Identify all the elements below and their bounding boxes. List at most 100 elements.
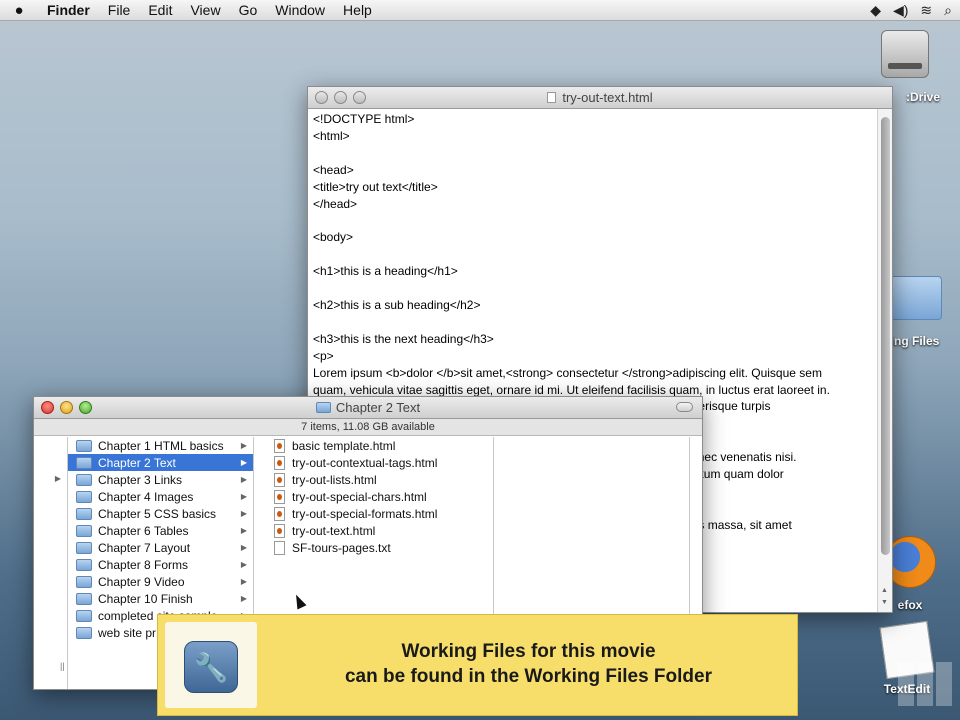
folder-row[interactable]: Chapter 3 Links ▶ bbox=[68, 471, 253, 488]
menu-edit[interactable]: Edit bbox=[139, 2, 181, 18]
spotlight-icon[interactable]: ⌕ bbox=[944, 2, 952, 19]
column-resize-handle[interactable]: || bbox=[60, 661, 65, 671]
wrench-icon: 🔧 bbox=[184, 641, 238, 693]
wifi-icon[interactable]: ≋ bbox=[920, 2, 932, 19]
file-row[interactable]: basic template.html bbox=[266, 437, 493, 454]
folder-row-label: Chapter 6 Tables bbox=[98, 523, 189, 538]
file-row-label: try-out-contextual-tags.html bbox=[292, 455, 438, 470]
disclosure-arrow-icon: ▶ bbox=[240, 475, 247, 484]
file-row-label: try-out-special-chars.html bbox=[292, 489, 427, 504]
menu-app-finder[interactable]: Finder bbox=[38, 2, 99, 18]
toolbar-toggle-button[interactable] bbox=[676, 402, 693, 412]
folder-icon bbox=[76, 592, 92, 605]
folder-icon bbox=[76, 456, 92, 469]
disclosure-arrow-icon: ▶ bbox=[240, 458, 247, 467]
file-row-label: try-out-special-formats.html bbox=[292, 506, 438, 521]
grid-overlay-icon bbox=[898, 662, 952, 706]
folder-icon bbox=[76, 575, 92, 588]
file-row[interactable]: SF-tours-pages.txt bbox=[266, 539, 493, 556]
folder-row[interactable]: Chapter 5 CSS basics ▶ bbox=[68, 505, 253, 522]
folder-row[interactable]: Chapter 8 Forms ▶ bbox=[68, 556, 253, 573]
folder-icon bbox=[76, 490, 92, 503]
disclosure-arrow-icon: ▶ bbox=[54, 474, 61, 483]
disclosure-arrow-icon: ▶ bbox=[240, 492, 247, 501]
file-row-label: try-out-text.html bbox=[292, 523, 376, 538]
apple-menu-icon[interactable]: ● bbox=[0, 2, 38, 19]
folder-row[interactable]: Chapter 2 Text ▶ bbox=[68, 454, 253, 471]
disclosure-arrow-icon: ▶ bbox=[240, 441, 247, 450]
folder-icon bbox=[76, 609, 92, 622]
dropbox-icon[interactable]: ◆ bbox=[870, 2, 881, 19]
file-row[interactable]: try-out-contextual-tags.html bbox=[266, 454, 493, 471]
finder-status-bar: 7 items, 11.08 GB available bbox=[34, 419, 702, 436]
folder-row-label: Chapter 2 Text bbox=[98, 455, 176, 470]
working-files-banner: 🔧 Working Files for this movie can be fo… bbox=[157, 614, 798, 716]
folder-icon bbox=[76, 439, 92, 452]
finder-title: Chapter 2 Text bbox=[335, 400, 421, 415]
folder-row-label: Chapter 9 Video bbox=[98, 574, 185, 589]
document-icon bbox=[547, 92, 557, 103]
banner-line-2: can be found in the Working Files Folder bbox=[344, 666, 712, 687]
banner-icon-container: 🔧 bbox=[165, 622, 257, 708]
folder-row-label: web site pr bbox=[98, 625, 157, 640]
menu-view[interactable]: View bbox=[181, 2, 229, 18]
folder-row-label: Chapter 5 CSS basics bbox=[98, 506, 217, 521]
scrollbar-thumb[interactable] bbox=[881, 117, 890, 555]
vertical-scrollbar[interactable]: ▲ ▼ bbox=[877, 109, 892, 612]
menu-window[interactable]: Window bbox=[266, 2, 334, 18]
folder-row-label: Chapter 3 Links bbox=[98, 472, 183, 487]
folder-icon bbox=[888, 276, 942, 320]
html-file-icon bbox=[274, 506, 285, 521]
menu-file[interactable]: File bbox=[99, 2, 140, 18]
disclosure-arrow-icon: ▶ bbox=[240, 509, 247, 518]
file-row[interactable]: try-out-lists.html bbox=[266, 471, 493, 488]
folder-row[interactable]: Chapter 4 Images ▶ bbox=[68, 488, 253, 505]
html-file-icon bbox=[274, 472, 285, 487]
folder-row-label: Chapter 4 Images bbox=[98, 489, 194, 504]
file-row[interactable]: try-out-text.html bbox=[266, 522, 493, 539]
folder-row[interactable]: Chapter 6 Tables ▶ bbox=[68, 522, 253, 539]
html-file-icon bbox=[274, 523, 285, 538]
folder-row-label: Chapter 1 HTML basics bbox=[98, 438, 224, 453]
folder-icon bbox=[76, 558, 92, 571]
folder-icon bbox=[76, 541, 92, 554]
scroll-down-arrow-icon[interactable]: ▼ bbox=[881, 599, 888, 606]
html-file-icon bbox=[274, 438, 285, 453]
disclosure-arrow-icon: ▶ bbox=[240, 560, 247, 569]
scroll-up-arrow-icon[interactable]: ▲ bbox=[881, 587, 888, 594]
menu-go[interactable]: Go bbox=[230, 2, 267, 18]
textedit-titlebar[interactable]: try-out-text.html bbox=[308, 87, 892, 109]
parent-selected-row[interactable]: ▶ bbox=[34, 470, 67, 487]
folder-icon bbox=[76, 473, 92, 486]
folder-icon bbox=[76, 626, 92, 639]
file-row-label: try-out-lists.html bbox=[292, 472, 377, 487]
banner-line-1: Working Files for this movie bbox=[401, 641, 656, 662]
disclosure-arrow-icon: ▶ bbox=[240, 526, 247, 535]
folder-icon bbox=[76, 524, 92, 537]
menu-bar: ● Finder File Edit View Go Window Help ◆… bbox=[0, 0, 960, 21]
disclosure-arrow-icon: ▶ bbox=[240, 594, 247, 603]
folder-row[interactable]: Chapter 1 HTML basics ▶ bbox=[68, 437, 253, 454]
file-row-label: basic template.html bbox=[292, 438, 396, 453]
folder-icon bbox=[315, 402, 331, 413]
volume-icon[interactable]: ◀) bbox=[893, 2, 908, 19]
folder-row-label: Chapter 10 Finish bbox=[98, 591, 193, 606]
file-row[interactable]: try-out-special-formats.html bbox=[266, 505, 493, 522]
folder-row-label: Chapter 7 Layout bbox=[98, 540, 191, 555]
folder-icon bbox=[76, 507, 92, 520]
hard-drive-icon bbox=[881, 30, 929, 78]
disclosure-arrow-icon: ▶ bbox=[240, 577, 247, 586]
folder-row[interactable]: Chapter 10 Finish ▶ bbox=[68, 590, 253, 607]
finder-titlebar[interactable]: Chapter 2 Text bbox=[34, 397, 702, 419]
folder-row-label: Chapter 8 Forms bbox=[98, 557, 189, 572]
file-row-label: SF-tours-pages.txt bbox=[292, 540, 391, 555]
file-row[interactable]: try-out-special-chars.html bbox=[266, 488, 493, 505]
menu-help[interactable]: Help bbox=[334, 2, 381, 18]
folder-row[interactable]: Chapter 9 Video ▶ bbox=[68, 573, 253, 590]
html-file-icon bbox=[274, 455, 285, 470]
disclosure-arrow-icon: ▶ bbox=[240, 543, 247, 552]
text-file-icon bbox=[274, 540, 285, 555]
column-0[interactable]: ▶ bbox=[34, 437, 68, 689]
folder-row[interactable]: Chapter 7 Layout ▶ bbox=[68, 539, 253, 556]
textedit-title: try-out-text.html bbox=[562, 90, 653, 105]
